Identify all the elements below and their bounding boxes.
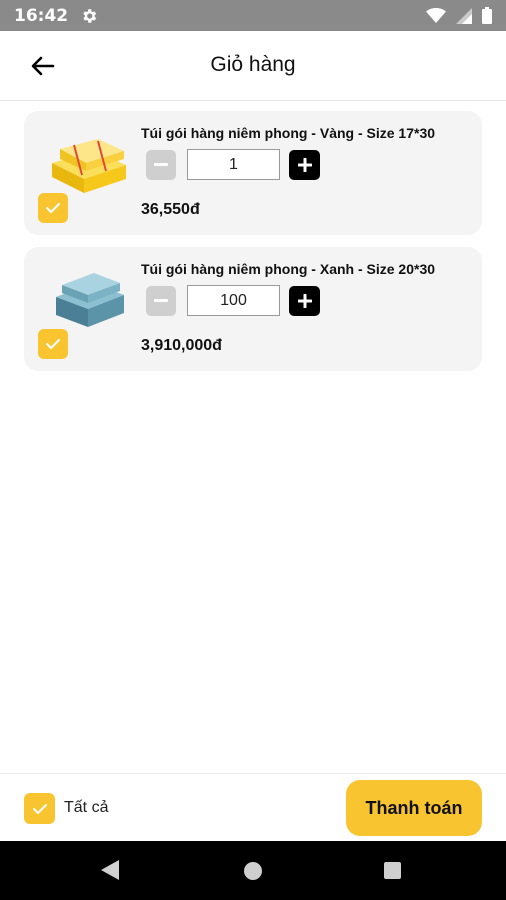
item-name: Túi gói hàng niêm phong - Vàng - Size 17… [141,125,436,141]
plus-icon [297,158,312,172]
page-title: Giỏ hàng [210,53,296,76]
plus-icon [297,294,312,308]
item-checkbox[interactable] [38,329,68,359]
cart-list: Túi gói hàng niêm phong - Vàng - Size 17… [24,111,482,383]
app-header: Giỏ hàng [0,31,506,101]
checkout-bar: Tất cả Thanh toán [0,773,506,841]
checkmark-icon [32,803,47,814]
quantity-input[interactable] [187,285,280,316]
battery-icon [482,7,492,24]
quantity-increase-button[interactable] [289,150,320,180]
nav-home-icon[interactable] [244,862,262,880]
minus-icon [154,163,168,166]
nav-back-icon[interactable] [101,860,119,880]
item-name: Túi gói hàng niêm phong - Xanh - Size 20… [141,261,436,277]
quantity-decrease-button[interactable] [146,150,176,180]
gear-icon [83,8,97,23]
system-nav-bar [0,841,506,900]
quantity-increase-button[interactable] [289,286,320,316]
select-all-checkbox[interactable] [24,793,55,824]
status-time: 16:42 [14,5,69,26]
minus-icon [154,299,168,302]
wifi-icon [426,7,446,23]
signal-icon [456,7,472,24]
status-bar: 16:42 [0,0,506,31]
item-price: 36,550đ [141,201,200,218]
checkmark-icon [46,203,60,213]
checkout-button[interactable]: Thanh toán [346,780,482,836]
select-all-label: Tất cả [64,799,109,816]
product-image [52,139,126,193]
cart-item: Túi gói hàng niêm phong - Vàng - Size 17… [24,111,482,235]
checkmark-icon [46,339,60,349]
cart-item: Túi gói hàng niêm phong - Xanh - Size 20… [24,247,482,371]
nav-recents-icon[interactable] [384,862,401,879]
product-image [56,273,124,327]
quantity-decrease-button[interactable] [146,286,176,316]
item-price: 3,910,000đ [141,337,222,354]
item-checkbox[interactable] [38,193,68,223]
quantity-input[interactable] [187,149,280,180]
